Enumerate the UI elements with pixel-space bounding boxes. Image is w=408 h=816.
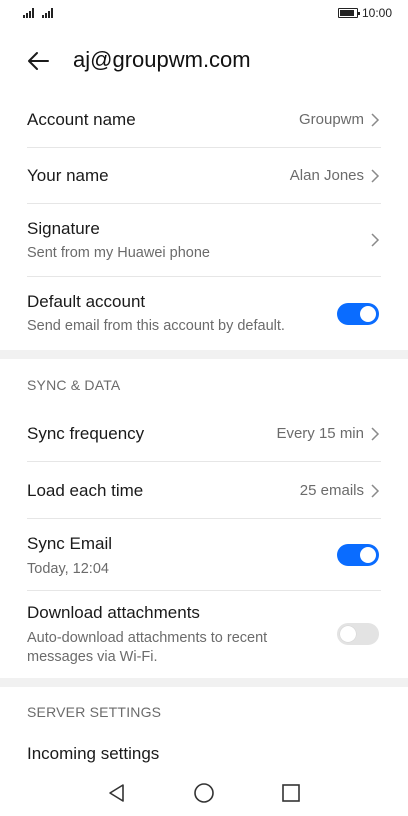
sync-frequency-value: Every 15 min [276, 425, 364, 442]
sync-email-label: Sync Email [27, 534, 113, 553]
toggle-knob [340, 626, 356, 642]
battery-icon [337, 8, 360, 18]
download-attachments-row: Download attachments Auto-download attac… [0, 594, 408, 676]
sync-frequency-row[interactable]: Sync frequency Every 15 min [0, 410, 408, 458]
back-button[interactable] [24, 46, 54, 76]
system-navigation-bar [0, 770, 408, 816]
sync-email-row: Sync Email Today, 12:04 [0, 522, 408, 588]
your-name-row[interactable]: Your name Alan Jones [0, 152, 408, 200]
toggle-knob [360, 547, 376, 563]
section-separator [0, 350, 408, 359]
arrow-left-icon [28, 52, 49, 70]
section-separator [0, 678, 408, 687]
default-account-row: Default account Send email from this acc… [0, 280, 408, 346]
nav-back-button[interactable] [104, 780, 130, 806]
sync-email-last-synced: Today, 12:04 [27, 561, 109, 577]
chevron-right-icon [371, 427, 380, 441]
account-name-row[interactable]: Account name Groupwm [0, 96, 408, 144]
divider [27, 590, 381, 591]
incoming-settings-row[interactable]: Incoming settings [0, 734, 408, 770]
page-title: aj@groupwm.com [73, 47, 251, 72]
circle-home-icon [194, 783, 214, 803]
battery-fill [339, 10, 355, 16]
load-each-time-row[interactable]: Load each time 25 emails [0, 467, 408, 515]
screen: 10:00 aj@groupwm.com Account name Groupw… [0, 0, 408, 816]
account-name-value: Groupwm [298, 111, 364, 128]
chevron-right-icon [371, 233, 380, 247]
sync-frequency-label: Sync frequency [27, 424, 145, 443]
signature-row[interactable]: Signature Sent from my Huawei phone [0, 208, 408, 274]
signal-strength-icon [42, 8, 53, 18]
toggle-knob [360, 306, 376, 322]
server-settings-section-header: SERVER SETTINGS [27, 704, 162, 720]
sync-data-section-header: SYNC & DATA [27, 377, 121, 393]
download-attachments-label: Download attachments [27, 603, 200, 622]
load-each-time-label: Load each time [27, 481, 144, 500]
download-attachments-description-line1: Auto-download attachments to recent [27, 630, 268, 646]
triangle-back-icon [109, 784, 124, 802]
divider [27, 203, 381, 204]
nav-home-button[interactable] [191, 780, 217, 806]
status-time: 10:00 [361, 6, 392, 20]
divider [27, 147, 381, 148]
status-bar: 10:00 [0, 0, 408, 30]
download-attachments-toggle[interactable] [337, 623, 379, 645]
divider [27, 518, 381, 519]
sync-email-toggle[interactable] [337, 544, 379, 566]
square-recents-icon [282, 784, 300, 802]
incoming-settings-label: Incoming settings [27, 744, 160, 763]
account-name-label: Account name [27, 110, 136, 129]
default-account-toggle[interactable] [337, 303, 379, 325]
status-right: 10:00 [337, 6, 392, 20]
your-name-label: Your name [27, 166, 109, 185]
default-account-description: Send email from this account by default. [27, 318, 285, 334]
divider [27, 461, 381, 462]
header: aj@groupwm.com [0, 40, 408, 80]
chevron-right-icon [371, 484, 380, 498]
signature-label: Signature [27, 219, 100, 238]
signal-indicators [23, 8, 53, 18]
chevron-right-icon [371, 169, 380, 183]
signal-strength-icon [23, 8, 34, 18]
signature-value: Sent from my Huawei phone [27, 245, 210, 261]
default-account-label: Default account [27, 292, 146, 311]
chevron-right-icon [371, 113, 380, 127]
divider [27, 276, 381, 277]
your-name-value: Alan Jones [289, 167, 364, 184]
load-each-time-value: 25 emails [299, 482, 364, 499]
download-attachments-description-line2: messages via Wi-Fi. [27, 649, 158, 665]
nav-recents-button[interactable] [278, 780, 304, 806]
